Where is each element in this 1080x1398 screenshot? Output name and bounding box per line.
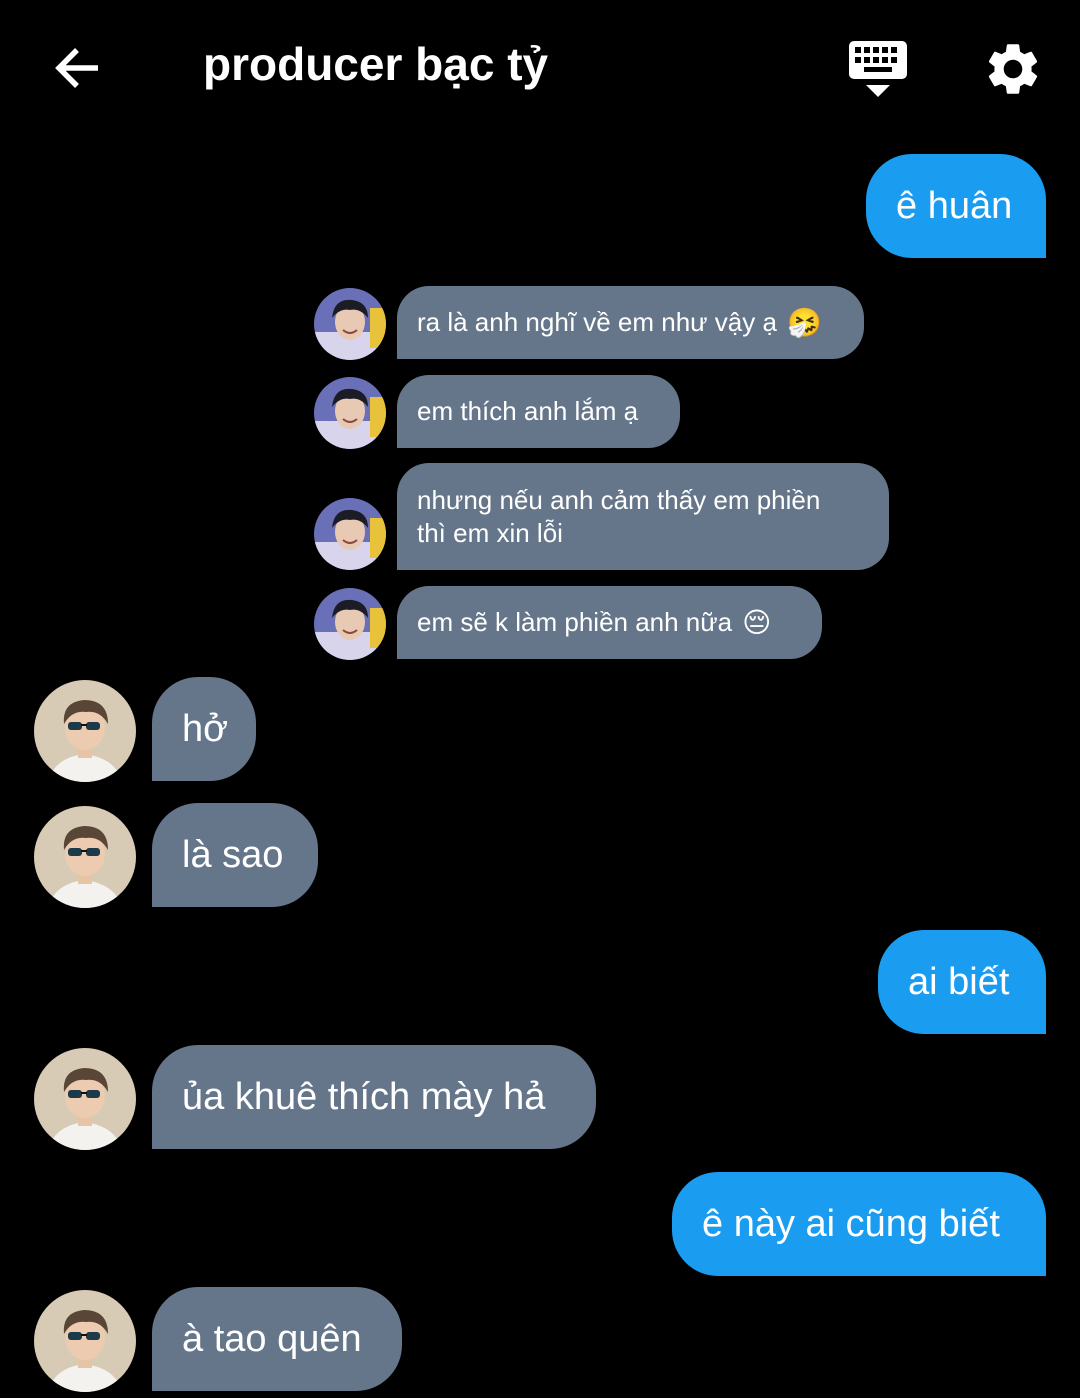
message-text: ủa khuê thích mày hả — [182, 1076, 546, 1118]
message-text: hở — [182, 708, 229, 750]
message-bubble-incoming[interactable]: em sẽ k làm phiền anh nữa 😔 — [397, 586, 822, 659]
message-text: ra là anh nghĩ về em như vậy ạ — [417, 307, 777, 337]
avatar[interactable] — [34, 806, 136, 908]
avatar[interactable] — [314, 377, 386, 449]
message-text: em sẽ k làm phiền anh nữa — [417, 607, 733, 637]
message-text: ê này ai cũng biết — [702, 1203, 1000, 1245]
sneezing-face-emoji-icon: 🤧 — [786, 306, 822, 338]
message-bubble-incoming[interactable]: em thích anh lắm ạ — [397, 375, 680, 448]
avatar[interactable] — [314, 588, 386, 660]
message-bubble-incoming[interactable]: à tao quên — [152, 1287, 402, 1391]
message-text: ê huân — [896, 185, 1013, 227]
back-button[interactable] — [50, 40, 106, 96]
message-text-line: nhưng nếu anh cảm thấy em phiền — [417, 484, 821, 515]
avatar[interactable] — [314, 288, 386, 360]
message-text: à tao quên — [182, 1318, 362, 1360]
avatar[interactable] — [34, 1048, 136, 1150]
keyboard-button[interactable] — [844, 38, 912, 100]
message-text: ai biết — [908, 961, 1010, 1003]
arrow-left-icon — [55, 48, 98, 88]
message-bubble-incoming[interactable]: ra là anh nghĩ về em như vậy ạ 🤧 — [397, 286, 864, 359]
message-bubble-incoming[interactable]: ủa khuê thích mày hả — [152, 1045, 596, 1149]
message-bubble-incoming[interactable]: là sao — [152, 803, 318, 907]
chat-title: producer bạc tỷ — [203, 38, 549, 90]
pensive-face-emoji-icon: 😔 — [742, 606, 772, 638]
gear-icon — [988, 44, 1038, 94]
message-text-line: thì em xin lỗi — [417, 517, 563, 548]
avatar[interactable] — [314, 498, 386, 570]
message-bubble-outgoing[interactable]: ê huân — [866, 154, 1046, 258]
chat-header: producer bạc tỷ — [0, 0, 1080, 130]
message-bubble-incoming[interactable]: nhưng nếu anh cảm thấy em phiền thì em x… — [397, 463, 889, 570]
message-text: em thích anh lắm ạ — [417, 396, 639, 426]
avatar[interactable] — [34, 1290, 136, 1392]
message-bubble-outgoing[interactable]: ê này ai cũng biết — [672, 1172, 1046, 1276]
message-bubble-incoming[interactable]: hở — [152, 677, 256, 781]
keyboard-icon — [849, 41, 907, 97]
avatar[interactable] — [34, 680, 136, 782]
message-bubble-outgoing[interactable]: ai biết — [878, 930, 1046, 1034]
settings-button[interactable] — [982, 38, 1044, 100]
message-text: là sao — [182, 834, 284, 876]
